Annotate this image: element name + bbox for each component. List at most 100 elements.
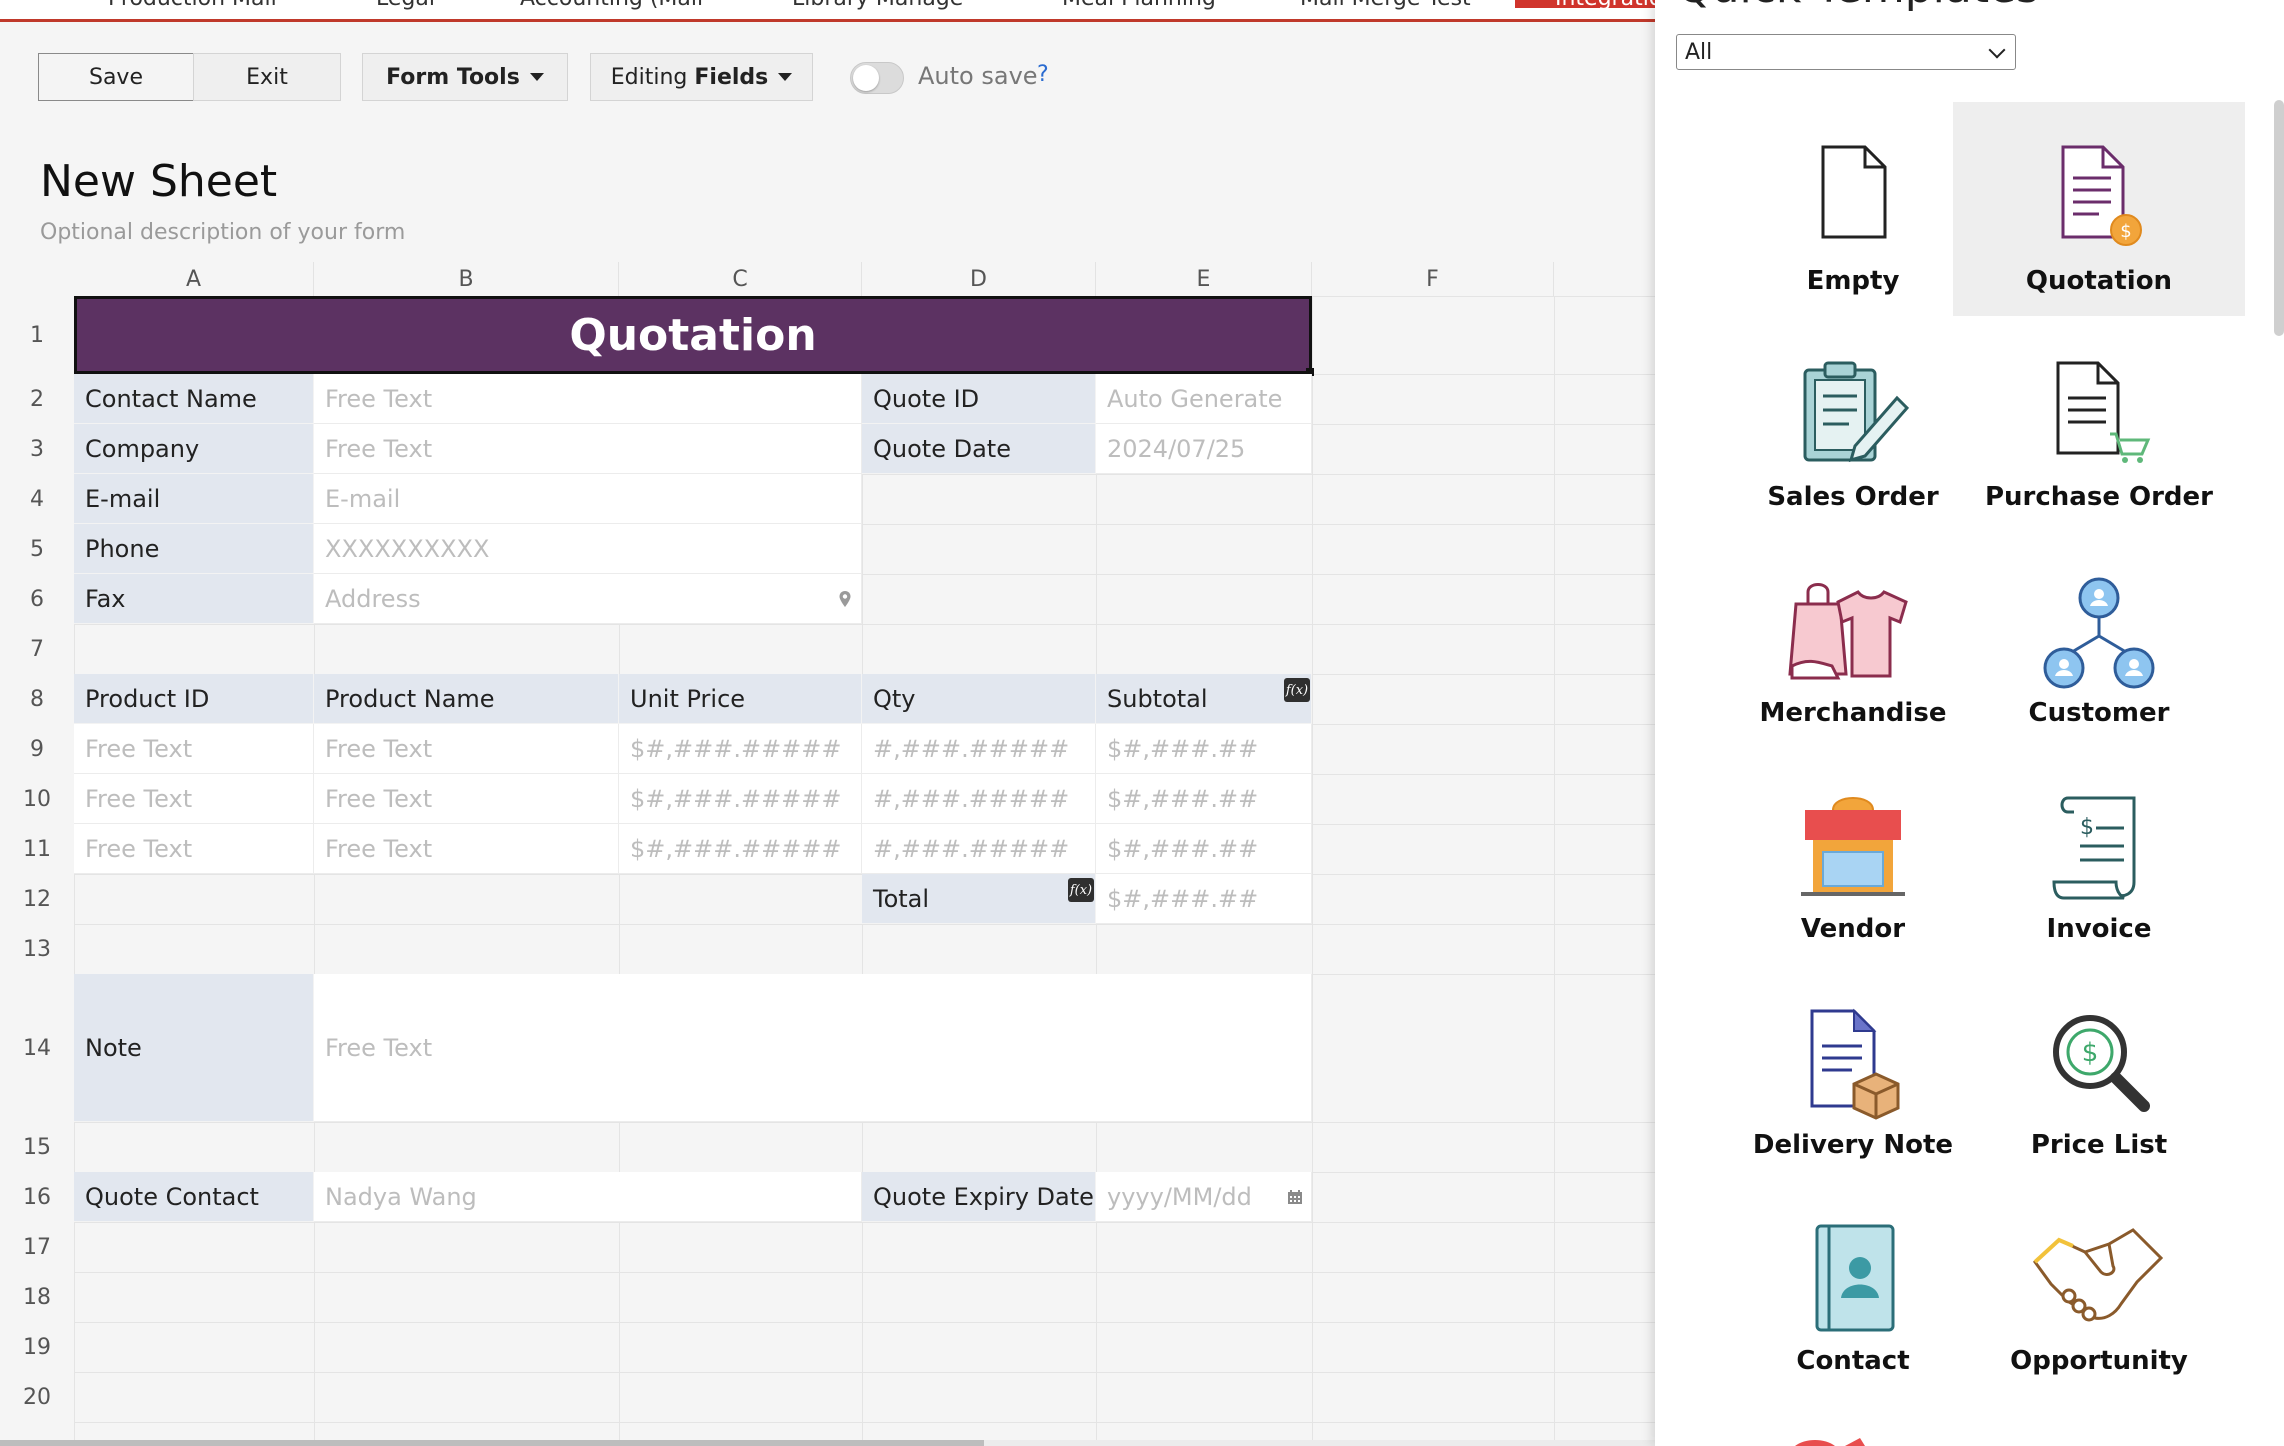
item-cell[interactable]: $#,###.##### <box>619 774 862 824</box>
delivery-note-icon <box>1810 1008 1900 1120</box>
item-cell[interactable]: Free Text <box>314 824 619 874</box>
phone-field[interactable]: XXXXXXXXXX <box>314 524 862 574</box>
column-header-b[interactable]: B <box>314 262 619 296</box>
fax-label[interactable]: Fax <box>74 574 314 624</box>
item-cell[interactable]: Free Text <box>74 724 314 774</box>
qty-header[interactable]: Qty <box>862 674 1096 724</box>
autosave-toggle[interactable] <box>850 62 904 94</box>
item-cell[interactable]: $#,###.## <box>1096 774 1312 824</box>
save-button[interactable]: Save <box>38 53 194 101</box>
row-header[interactable]: 13 <box>0 924 74 974</box>
quote-date-field[interactable]: 2024/07/25 <box>1096 424 1312 474</box>
template-customer[interactable]: Customer <box>1953 534 2245 748</box>
form-description[interactable]: Optional description of your form <box>40 220 405 245</box>
fax-field[interactable]: Address <box>314 574 862 624</box>
chevron-down-icon <box>1988 41 2006 59</box>
row-header[interactable]: 3 <box>0 424 74 474</box>
contact-name-label[interactable]: Contact Name <box>74 374 314 424</box>
quote-expiry-field[interactable]: yyyy/MM/dd <box>1096 1172 1312 1222</box>
tab-production-mail[interactable]: Production Mail <box>108 0 277 11</box>
row-header[interactable]: 15 <box>0 1122 74 1172</box>
phone-label[interactable]: Phone <box>74 524 314 574</box>
template-filter-select[interactable]: All <box>1676 34 2016 70</box>
product-id-header[interactable]: Product ID <box>74 674 314 724</box>
row-header[interactable]: 18 <box>0 1272 74 1322</box>
row-header[interactable]: 6 <box>0 574 74 624</box>
item-cell[interactable]: $#,###.##### <box>619 724 862 774</box>
template-price-list[interactable]: $ Price List <box>1953 966 2245 1180</box>
calendar-icon[interactable] <box>1287 1189 1303 1205</box>
row-header[interactable]: 14 <box>0 974 74 1122</box>
row-header[interactable]: 17 <box>0 1222 74 1272</box>
quote-id-field[interactable]: Auto Generate <box>1096 374 1312 424</box>
email-label[interactable]: E-mail <box>74 474 314 524</box>
horizontal-scrollbar-thumb[interactable] <box>0 1440 984 1446</box>
item-cell[interactable]: #,###.##### <box>862 824 1096 874</box>
item-cell[interactable]: Free Text <box>74 774 314 824</box>
column-header-f[interactable]: F <box>1312 262 1554 296</box>
quote-contact-label[interactable]: Quote Contact <box>74 1172 314 1222</box>
note-field[interactable]: Free Text <box>314 974 1312 1122</box>
page-title[interactable]: New Sheet <box>40 156 277 207</box>
email-field[interactable]: E-mail <box>314 474 862 524</box>
tab-mail-merge[interactable]: Mail Merge Test <box>1300 0 1471 11</box>
column-header-e[interactable]: E <box>1096 262 1312 296</box>
row-header[interactable]: 10 <box>0 774 74 824</box>
item-cell[interactable]: Free Text <box>74 824 314 874</box>
row-header[interactable]: 11 <box>0 824 74 874</box>
total-field[interactable]: $#,###.## <box>1096 874 1312 924</box>
product-name-header[interactable]: Product Name <box>314 674 619 724</box>
tab-legal[interactable]: Legal <box>376 0 435 11</box>
quote-id-label[interactable]: Quote ID <box>862 374 1096 424</box>
row-header[interactable]: 20 <box>0 1372 74 1422</box>
gridline <box>74 1322 1655 1323</box>
quote-contact-field[interactable]: Nadya Wang <box>314 1172 862 1222</box>
contact-name-field[interactable]: Free Text <box>314 374 862 424</box>
row-header[interactable]: 8 <box>0 674 74 724</box>
row-header[interactable]: 5 <box>0 524 74 574</box>
row-header[interactable]: 9 <box>0 724 74 774</box>
column-header-a[interactable]: A <box>74 262 314 296</box>
quotation-title-cell[interactable]: Quotation <box>74 296 1312 374</box>
panel-scrollbar[interactable] <box>2274 100 2284 336</box>
item-cell[interactable]: $#,###.## <box>1096 824 1312 874</box>
item-cell[interactable]: Free Text <box>314 774 619 824</box>
editing-fields-button[interactable]: Editing Fields <box>590 53 813 101</box>
unit-price-header[interactable]: Unit Price <box>619 674 862 724</box>
total-label[interactable]: Total <box>862 874 1096 924</box>
tab-meal-planning[interactable]: Meal Planning <box>1062 0 1216 11</box>
note-label[interactable]: Note <box>74 974 314 1122</box>
exit-button[interactable]: Exit <box>193 53 341 101</box>
quote-expiry-label[interactable]: Quote Expiry Date <box>862 1172 1096 1222</box>
template-purchase-order[interactable]: Purchase Order <box>1953 318 2245 532</box>
column-header-c[interactable]: C <box>619 262 862 296</box>
column-header-d[interactable]: D <box>862 262 1096 296</box>
template-quotation[interactable]: $ Quotation <box>1953 102 2245 316</box>
row-header[interactable]: 16 <box>0 1172 74 1222</box>
row-header[interactable]: 12 <box>0 874 74 924</box>
formula-icon[interactable]: f(x) <box>1284 678 1310 702</box>
tab-accounting[interactable]: Accounting (Mail <box>520 0 703 11</box>
row-header[interactable]: 1 <box>0 296 74 374</box>
company-label[interactable]: Company <box>74 424 314 474</box>
row-header[interactable]: 4 <box>0 474 74 524</box>
row-header[interactable]: 7 <box>0 624 74 674</box>
form-tools-button[interactable]: Form Tools <box>362 53 568 101</box>
item-cell[interactable]: #,###.##### <box>862 724 1096 774</box>
item-cell[interactable]: $#,###.##### <box>619 824 862 874</box>
item-cell[interactable]: #,###.##### <box>862 774 1096 824</box>
tab-active[interactable]: Integration Test <box>1515 0 1655 11</box>
quote-date-label[interactable]: Quote Date <box>862 424 1096 474</box>
template-invoice[interactable]: $ Invoice <box>1953 750 2245 964</box>
template-opportunity[interactable]: Opportunity <box>1953 1182 2245 1396</box>
autosave-help-icon[interactable]: ? <box>1037 62 1049 87</box>
row-header[interactable]: 19 <box>0 1322 74 1372</box>
item-cell[interactable]: $#,###.## <box>1096 724 1312 774</box>
row-header[interactable]: 2 <box>0 374 74 424</box>
formula-icon[interactable]: f(x) <box>1068 878 1094 902</box>
tab-library[interactable]: Library Manage <box>792 0 963 11</box>
subtotal-header[interactable]: Subtotal <box>1096 674 1312 724</box>
item-cell[interactable]: Free Text <box>314 724 619 774</box>
template-label: Quotation <box>2025 266 2173 296</box>
company-field[interactable]: Free Text <box>314 424 862 474</box>
